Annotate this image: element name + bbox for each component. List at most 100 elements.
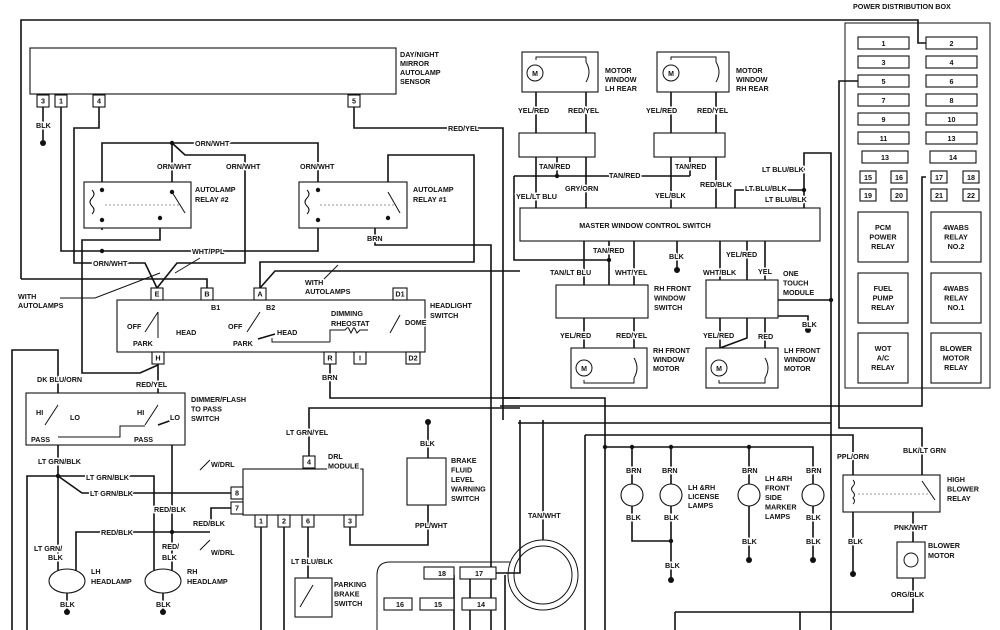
junction-dot: [99, 187, 105, 193]
wire-color-label: LT BLU/BLK: [291, 557, 334, 566]
wire-color-label: YEL/RED: [560, 331, 591, 340]
pin-label: 1: [259, 517, 263, 526]
relay-1-name: AUTOLAMP: [413, 185, 454, 194]
wire-color-label: BLK: [156, 600, 172, 609]
wire-color-label: RED/BLK: [154, 505, 187, 514]
pin-label: B: [204, 290, 209, 299]
rh-front-motor-name: RH FRONT: [653, 346, 691, 355]
wire-color-label: DK BLU/ORN: [37, 375, 82, 384]
wire-color-label: BLK: [806, 537, 822, 546]
pdb-relay-name: A/C: [877, 354, 889, 363]
lh-rear-motor-name: MOTOR: [605, 66, 632, 75]
blower-motor-name: BLOWER: [928, 541, 961, 550]
high-blower-relay-name: HIGH: [947, 475, 965, 484]
fuse-label: 8: [950, 96, 954, 105]
wire-color-label: BLK: [60, 600, 76, 609]
switch-position-label: PARK: [233, 339, 254, 348]
wire-color-label: TAN/RED: [539, 162, 570, 171]
fuse-label: 15: [864, 173, 872, 182]
sensor-name: AUTOLAMP: [400, 68, 441, 77]
dimmer-position-label: PASS: [31, 435, 50, 444]
dimmer-position-label: HI: [137, 408, 144, 417]
wire-color-label: BLK: [848, 537, 864, 546]
pin-label: D1: [395, 290, 404, 299]
side-marker-lamps-name: FRONT: [765, 484, 790, 493]
pin-label: 3: [348, 517, 352, 526]
wire-color-label: PPL/WHT: [415, 521, 448, 530]
fuse-label: 13: [948, 134, 956, 143]
junction-dot: [169, 140, 175, 146]
pdb-relay-name: NO.2: [948, 242, 965, 251]
wire-color-label: RED/YEL: [568, 106, 600, 115]
switch-position-label: HEAD: [176, 328, 196, 337]
pdb-relay-name: RELAY: [944, 363, 968, 372]
rh-front-motor-name: WINDOW: [653, 355, 685, 364]
dimmer-position-label: LO: [170, 413, 180, 422]
wire-color-label: WHT/PPL: [192, 247, 225, 256]
fuse-label: 21: [935, 191, 943, 200]
fuse-label: 7: [882, 96, 886, 105]
wire-color-label: BRN: [806, 466, 822, 475]
dimmer-switch-name: SWITCH: [191, 414, 219, 423]
wire-color-label: RED/BLK: [700, 180, 733, 189]
pdb-relay-name: POWER: [869, 233, 897, 242]
pin-label: 5: [352, 97, 356, 106]
pdb-relay-name: PCM: [875, 223, 891, 232]
relay-1-name: RELAY #1: [413, 195, 447, 204]
wire-color-label: BRN: [367, 234, 383, 243]
wire-color-label: RED/: [162, 542, 179, 551]
rh-front-motor-name: MOTOR: [653, 364, 680, 373]
with-autolamps-note: AUTOLAMPS: [305, 287, 351, 296]
junction-dot: [315, 187, 321, 193]
fuse-junction-label: 18: [438, 569, 446, 578]
pdb-relay-name: RELAY: [944, 294, 968, 303]
dimmer-switch-name: TO PASS: [191, 405, 222, 414]
relay-2-name: RELAY #2: [195, 195, 229, 204]
wire-color-label: RED/BLK: [193, 519, 226, 528]
lh-headlamp-bulb: [48, 568, 86, 594]
one-touch-module-name: TOUCH: [783, 279, 808, 288]
switch-position-label: OFF: [127, 322, 142, 331]
wire-color-label: YEL/RED: [518, 106, 549, 115]
fuse-label: 10: [948, 115, 956, 124]
ground-icon: [746, 557, 752, 563]
wire-color-label: ORN/WHT: [157, 162, 192, 171]
ground-icon: [674, 267, 680, 273]
motor-symbol: M: [532, 71, 538, 78]
motor-symbol: M: [581, 366, 587, 373]
drl-module-box: [242, 468, 364, 516]
junction-dot: [606, 257, 612, 263]
lh-rear-motor-name: LH REAR: [605, 84, 638, 93]
switch-position-label: RHEOSTAT: [331, 319, 370, 328]
pin-label: A: [257, 290, 262, 299]
parking-brake-switch-box: [294, 577, 333, 618]
pin-label: 3: [41, 97, 45, 106]
pdb-relay-name: BLOWER: [940, 344, 973, 353]
ground-icon: [425, 419, 431, 425]
components: 1 23 45 67 89 1011 1313 1415 16 17 1819 20 21 22PCMPO…: [25, 22, 991, 630]
lh-rear-motor-name: WINDOW: [605, 75, 637, 84]
parking-brake-switch-name: SWITCH: [334, 599, 362, 608]
fuse-label: 20: [895, 191, 903, 200]
wire-color-label: ORN/WHT: [226, 162, 261, 171]
junction-dot: [157, 215, 163, 221]
fuse-label: 2: [950, 39, 954, 48]
fuse-junction-label: 17: [475, 569, 483, 578]
pdb-relay-name: RELAY: [871, 303, 895, 312]
pdb-relay-name: 4WABS: [943, 284, 969, 293]
license-lamps-name: LH &RH: [688, 483, 715, 492]
high-blower-relay-name: RELAY: [947, 494, 971, 503]
high-blower-relay-name: BLOWER: [947, 485, 980, 494]
fuse-junction-label: 15: [434, 600, 442, 609]
wire-color-label: YEL/RED: [703, 331, 734, 340]
wire-color-label: TAN/RED: [609, 171, 640, 180]
pdb-relay-name: WOT: [875, 344, 892, 353]
wire-color-label: BLK: [742, 537, 758, 546]
wire-color-label: BLK: [36, 121, 52, 130]
parking-brake-switch-name: BRAKE: [334, 590, 360, 599]
fuel-tank-unit: [507, 539, 579, 611]
wire-color-label: ORN/WHT: [93, 259, 128, 268]
pdb-relay-name: NO.1: [948, 303, 965, 312]
wire-color-label: RED/YEL: [448, 124, 480, 133]
rh-front-switch-name: RH FRONT: [654, 284, 692, 293]
